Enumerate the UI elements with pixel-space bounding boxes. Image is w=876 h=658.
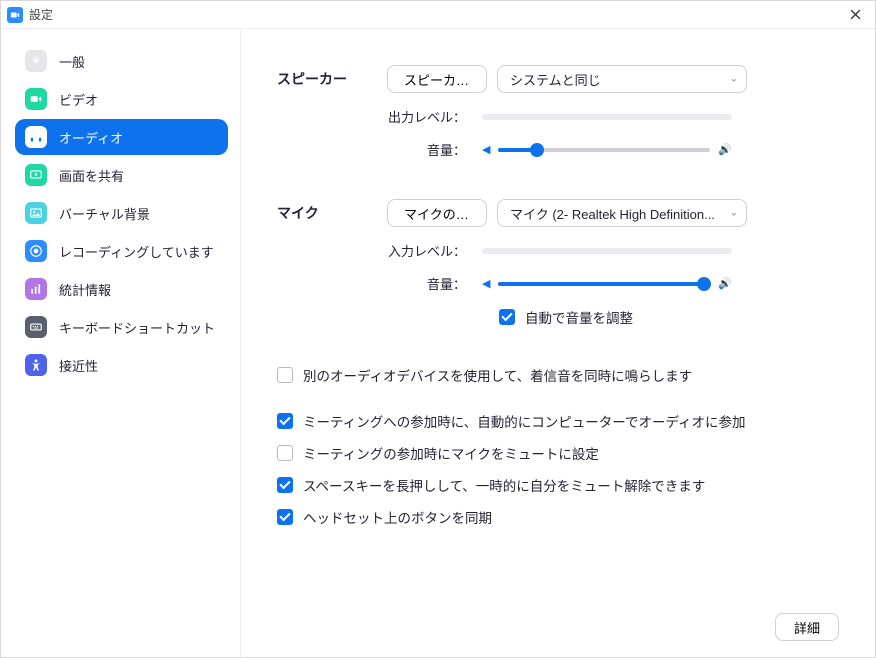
keyboard-icon: [25, 316, 47, 338]
sidebar-item-accessibility[interactable]: 接近性: [15, 347, 228, 383]
speaker-device-select[interactable]: システムと同じ ⌄: [497, 65, 747, 93]
sidebar-item-label: レコーディングしています: [59, 242, 214, 261]
titlebar: 設定: [1, 1, 875, 29]
headphones-icon: [25, 126, 47, 148]
mute-on-join-label: ミーティングの参加時にマイクをミュートに設定: [303, 443, 599, 463]
sidebar-item-label: 統計情報: [59, 280, 111, 299]
test-mic-button[interactable]: マイクのテ...: [387, 199, 487, 227]
sidebar-item-label: オーディオ: [59, 128, 123, 147]
app-icon: [7, 7, 23, 23]
chevron-down-icon: ⌄: [730, 208, 738, 219]
input-level-label: 入力レベル：: [277, 241, 482, 260]
sidebar-item-shortcuts[interactable]: キーボードショートカット: [15, 309, 228, 345]
sidebar-item-label: キーボードショートカット: [59, 318, 215, 337]
speaker-label: スピーカー: [277, 69, 387, 89]
stats-icon: [25, 278, 47, 300]
speaker-section: スピーカー スピーカー... システムと同じ ⌄ 出力レベル： 音量： ◀: [277, 65, 839, 173]
sidebar-item-label: バーチャル背景: [59, 204, 150, 223]
mic-max-icon: 🔊: [718, 277, 732, 290]
speaker-volume-label: 音量：: [277, 140, 482, 159]
mic-device-value: マイク (2- Realtek High Definition...: [510, 204, 715, 223]
auto-join-audio-checkbox[interactable]: [277, 413, 293, 429]
auto-join-audio-label: ミーティングへの参加時に、自動的にコンピューターでオーディオに参加: [303, 411, 746, 431]
record-icon: [25, 240, 47, 262]
sidebar: 一般 ビデオ オーディオ 画面を共有 バーチャル背景 レコーディングしています …: [1, 29, 241, 657]
mute-on-join-checkbox[interactable]: [277, 445, 293, 461]
close-button[interactable]: [843, 3, 867, 27]
sync-headset-label: ヘッドセット上のボタンを同期: [303, 507, 492, 527]
sidebar-item-virtual-bg[interactable]: バーチャル背景: [15, 195, 228, 231]
mic-volume-slider[interactable]: [498, 282, 710, 286]
speaker-max-icon: 🔊: [718, 143, 732, 156]
sidebar-item-label: 一般: [59, 52, 85, 71]
input-level-meter: [482, 248, 732, 254]
chevron-down-icon: ⌄: [730, 74, 738, 85]
sidebar-item-share-screen[interactable]: 画面を共有: [15, 157, 228, 193]
sidebar-item-audio[interactable]: オーディオ: [15, 119, 228, 155]
test-speaker-button[interactable]: スピーカー...: [387, 65, 487, 93]
auto-adjust-label: 自動で音量を調整: [525, 307, 633, 327]
sidebar-item-label: 画面を共有: [59, 166, 124, 185]
sidebar-item-label: 接近性: [59, 356, 98, 375]
push-to-talk-checkbox[interactable]: [277, 477, 293, 493]
share-icon: [25, 164, 47, 186]
video-icon: [25, 88, 47, 110]
speaker-device-value: システムと同じ: [510, 70, 601, 89]
ring-separate-checkbox[interactable]: [277, 367, 293, 383]
sidebar-item-recording[interactable]: レコーディングしています: [15, 233, 228, 269]
sidebar-item-general[interactable]: 一般: [15, 43, 228, 79]
main-panel: スピーカー スピーカー... システムと同じ ⌄ 出力レベル： 音量： ◀: [241, 29, 875, 657]
speaker-min-icon: ◀: [482, 143, 490, 156]
sidebar-item-label: ビデオ: [59, 90, 98, 109]
advanced-button[interactable]: 詳細: [775, 613, 839, 641]
sidebar-item-stats[interactable]: 統計情報: [15, 271, 228, 307]
push-to-talk-label: スペースキーを長押しして、一時的に自分をミュート解除できます: [303, 475, 705, 495]
speaker-volume-slider[interactable]: [498, 148, 710, 152]
mic-section: マイク マイクのテ... マイク (2- Realtek High Defini…: [277, 199, 839, 339]
mic-device-select[interactable]: マイク (2- Realtek High Definition... ⌄: [497, 199, 747, 227]
gear-icon: [25, 50, 47, 72]
output-level-label: 出力レベル：: [277, 107, 482, 126]
mic-label: マイク: [277, 203, 387, 223]
ring-separate-label: 別のオーディオデバイスを使用して、着信音を同時に鳴らします: [303, 365, 692, 385]
sync-headset-checkbox[interactable]: [277, 509, 293, 525]
accessibility-icon: [25, 354, 47, 376]
mic-min-icon: ◀: [482, 277, 490, 290]
sidebar-item-video[interactable]: ビデオ: [15, 81, 228, 117]
auto-adjust-checkbox[interactable]: [499, 309, 515, 325]
mic-volume-label: 音量：: [277, 274, 482, 293]
output-level-meter: [482, 114, 732, 120]
image-icon: [25, 202, 47, 224]
window-title: 設定: [29, 6, 53, 23]
